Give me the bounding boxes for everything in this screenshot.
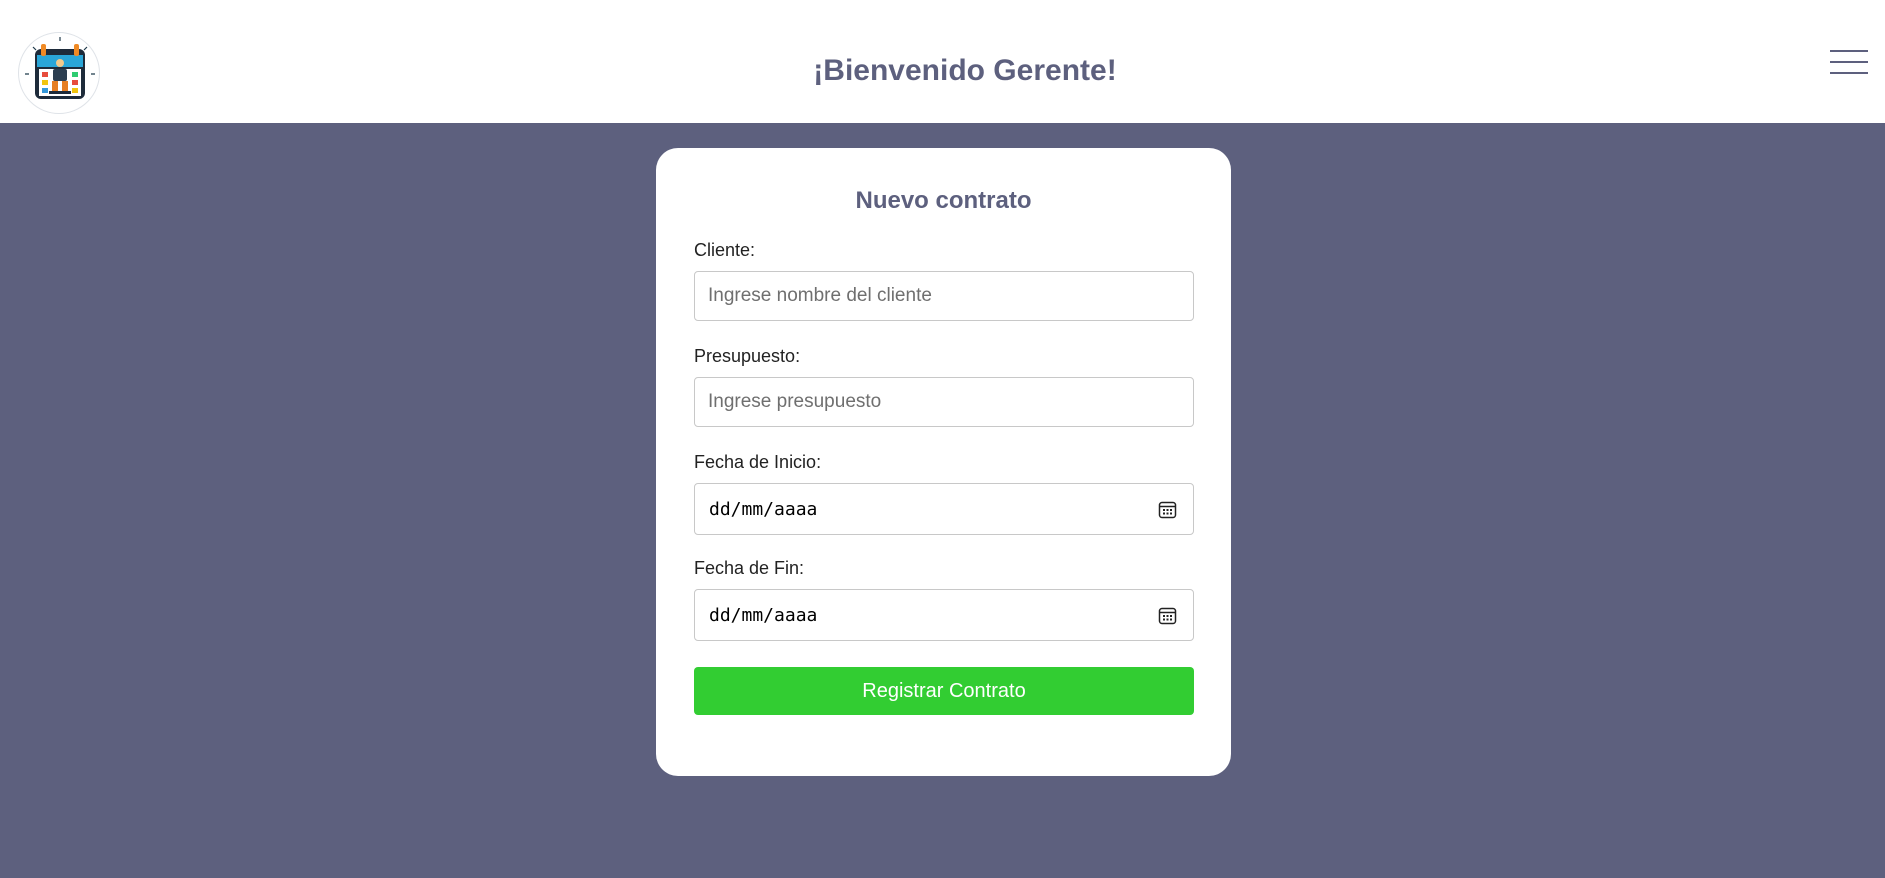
top-header: ¡Bienvenido Gerente!	[0, 0, 1885, 123]
fecha-fin-label: Fecha de Fin:	[694, 558, 805, 578]
menu-line-bottom	[1830, 72, 1868, 74]
presupuesto-input[interactable]	[694, 377, 1194, 427]
menu-line-top	[1830, 50, 1868, 52]
fecha-inicio-label: Fecha de Inicio:	[694, 452, 822, 472]
page-title: ¡Bienvenido Gerente!	[813, 54, 1117, 87]
presupuesto-label: Presupuesto:	[694, 346, 801, 366]
menu-line-middle	[1830, 61, 1868, 63]
cliente-label: Cliente:	[694, 240, 756, 260]
form-title: Nuevo contrato	[855, 187, 1032, 214]
fecha-inicio-date-input[interactable]: dd/mm/aaaa	[694, 483, 1194, 535]
calendar-icon[interactable]	[1158, 500, 1177, 519]
cliente-input[interactable]	[694, 271, 1194, 321]
fecha-fin-value: dd/mm/aaaa	[709, 605, 818, 626]
hamburger-menu-button[interactable]	[1830, 48, 1870, 76]
new-contract-form: Nuevo contrato Cliente: Presupuesto: Fec…	[656, 148, 1231, 776]
fecha-inicio-value: dd/mm/aaaa	[709, 499, 818, 520]
fecha-fin-date-input[interactable]: dd/mm/aaaa	[694, 589, 1194, 641]
calendar-icon[interactable]	[1158, 606, 1177, 625]
registrar-contrato-button[interactable]: Registrar Contrato	[694, 667, 1194, 715]
